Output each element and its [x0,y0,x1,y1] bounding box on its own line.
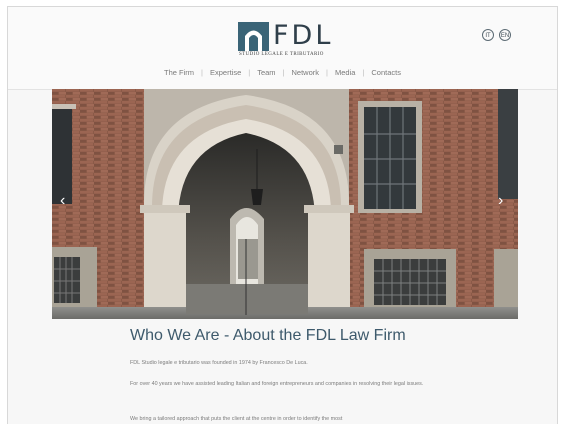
slider-next-arrow-icon[interactable]: › [498,193,503,209]
history-paragraph: For over 40 years we have assisted leadi… [130,381,424,387]
courtyard-arch-photo [52,89,518,319]
arch-logo-icon [238,22,269,51]
main-navigation: The Firm | Expertise | Team | Network | … [8,68,557,77]
language-it-button[interactable]: IT [482,29,494,41]
page-title: Who We Are - About the FDL Law Firm [130,327,406,344]
nav-item-contacts[interactable]: Contacts [364,68,408,77]
nav-item-media[interactable]: Media [328,68,362,77]
browser-viewport: FDL STUDIO LEGALE E TRIBUTARIO IT EN The… [7,6,558,424]
nav-item-the-firm[interactable]: The Firm [157,68,201,77]
logo-wordmark: FDL [273,20,334,51]
fdl-logo[interactable]: FDL STUDIO LEGALE E TRIBUTARIO [238,20,338,60]
language-en-button[interactable]: EN [499,29,511,41]
site-header: FDL STUDIO LEGALE E TRIBUTARIO IT EN The… [8,7,557,90]
hero-slider-image[interactable] [52,89,518,319]
slider-prev-arrow-icon[interactable]: ‹ [60,193,65,209]
nav-item-network[interactable]: Network [285,68,327,77]
nav-item-team[interactable]: Team [250,68,282,77]
intro-paragraph: FDL Studio legale e tributario was found… [130,360,308,366]
nav-item-expertise[interactable]: Expertise [203,68,248,77]
logo-tagline: STUDIO LEGALE E TRIBUTARIO [239,52,324,57]
